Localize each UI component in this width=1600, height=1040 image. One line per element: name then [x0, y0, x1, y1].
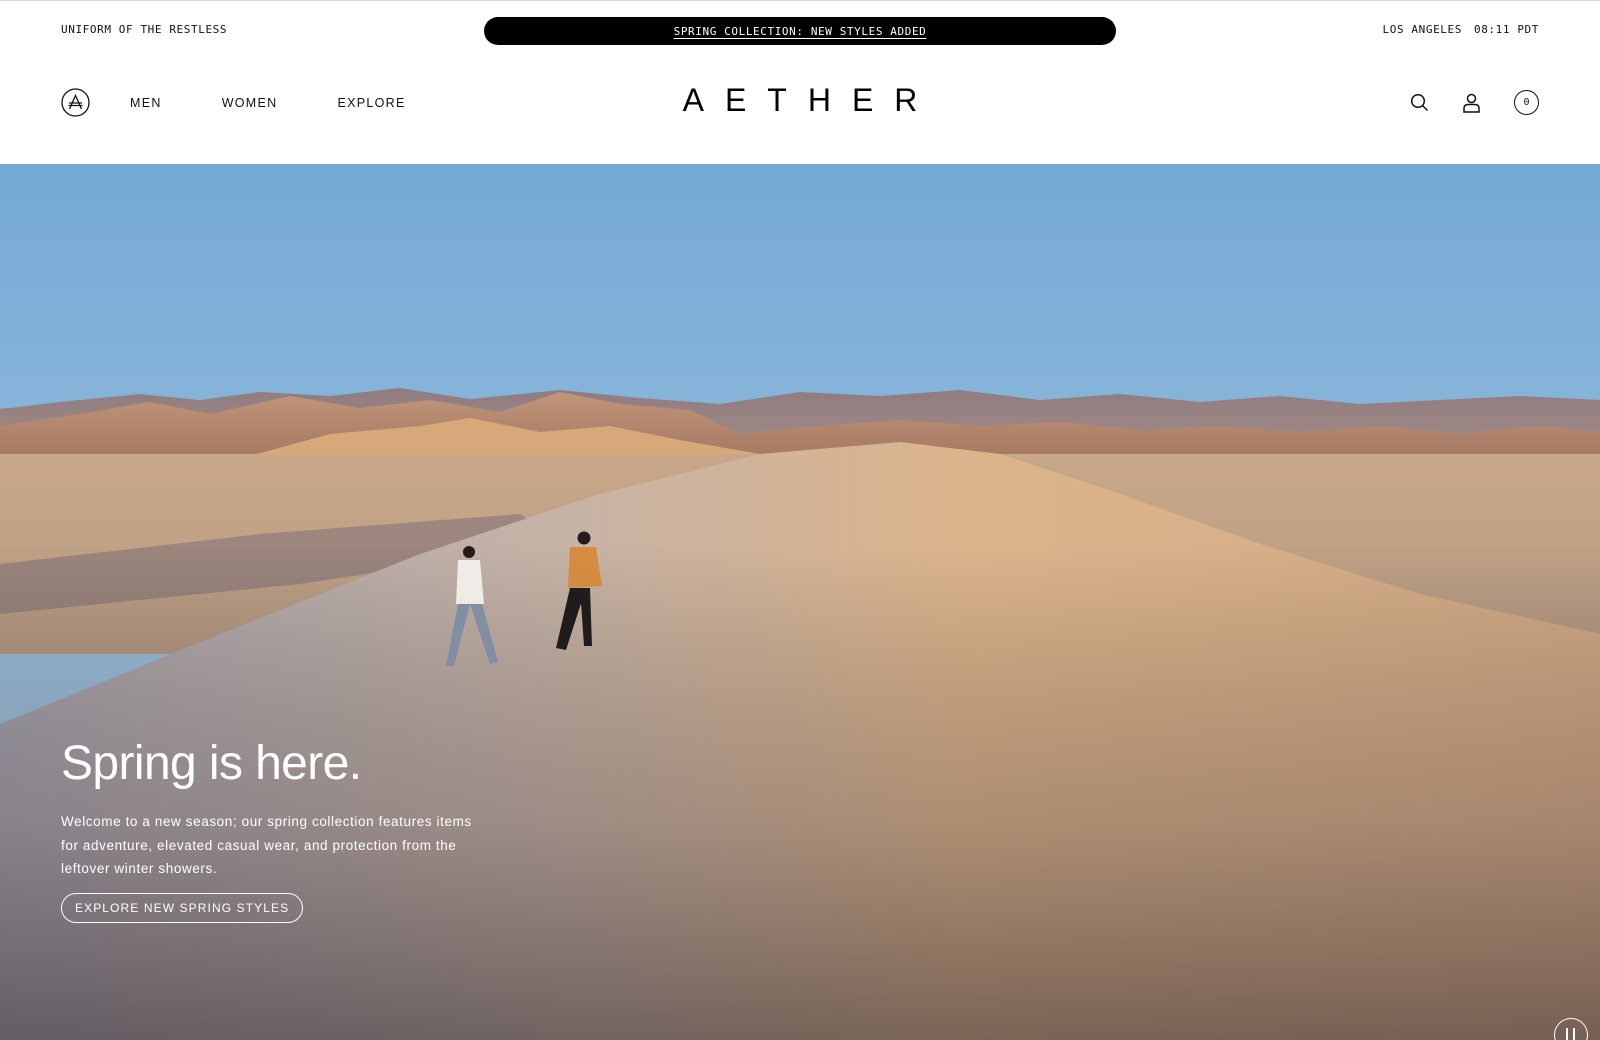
- hero-section: Spring is here. Welcome to a new season;…: [0, 164, 1600, 1040]
- cart-icon: 0: [1514, 90, 1539, 115]
- pause-icon: [1566, 1028, 1568, 1040]
- top-utility-bar: UNIFORM OF THE RESTLESS SPRING COLLECTIO…: [0, 0, 1600, 60]
- search-icon: [1410, 93, 1429, 112]
- cart-count: 0: [1523, 97, 1530, 108]
- account-button[interactable]: [1463, 93, 1480, 113]
- store-time: 08:11 PDT: [1473, 23, 1539, 36]
- main-navigation: MEN WOMEN EXPLORE AETHER 0: [0, 60, 1600, 164]
- search-button[interactable]: [1410, 93, 1429, 112]
- hero-title: Spring is here.: [61, 737, 362, 790]
- cart-button[interactable]: 0: [1514, 90, 1539, 115]
- account-icon: [1463, 93, 1480, 113]
- pause-icon-bar: [1573, 1028, 1575, 1040]
- explore-spring-styles-button[interactable]: EXPLORE NEW SPRING STYLES: [61, 892, 304, 923]
- store-location: LOS ANGELES: [1382, 23, 1462, 36]
- announcement-link[interactable]: SPRING COLLECTION: NEW STYLES ADDED: [674, 25, 927, 38]
- brand-tagline: UNIFORM OF THE RESTLESS: [61, 23, 228, 36]
- hero-copy: Spring is here. Welcome to a new season;…: [61, 736, 531, 923]
- brand-logo[interactable]: AETHER: [0, 82, 1600, 119]
- nav-actions: 0: [1410, 90, 1539, 115]
- hero-description: Welcome to a new season; our spring coll…: [61, 814, 472, 876]
- store-locale: LOS ANGELES 08:11 PDT: [1383, 23, 1539, 36]
- announcement-bar: SPRING COLLECTION: NEW STYLES ADDED: [484, 17, 1116, 45]
